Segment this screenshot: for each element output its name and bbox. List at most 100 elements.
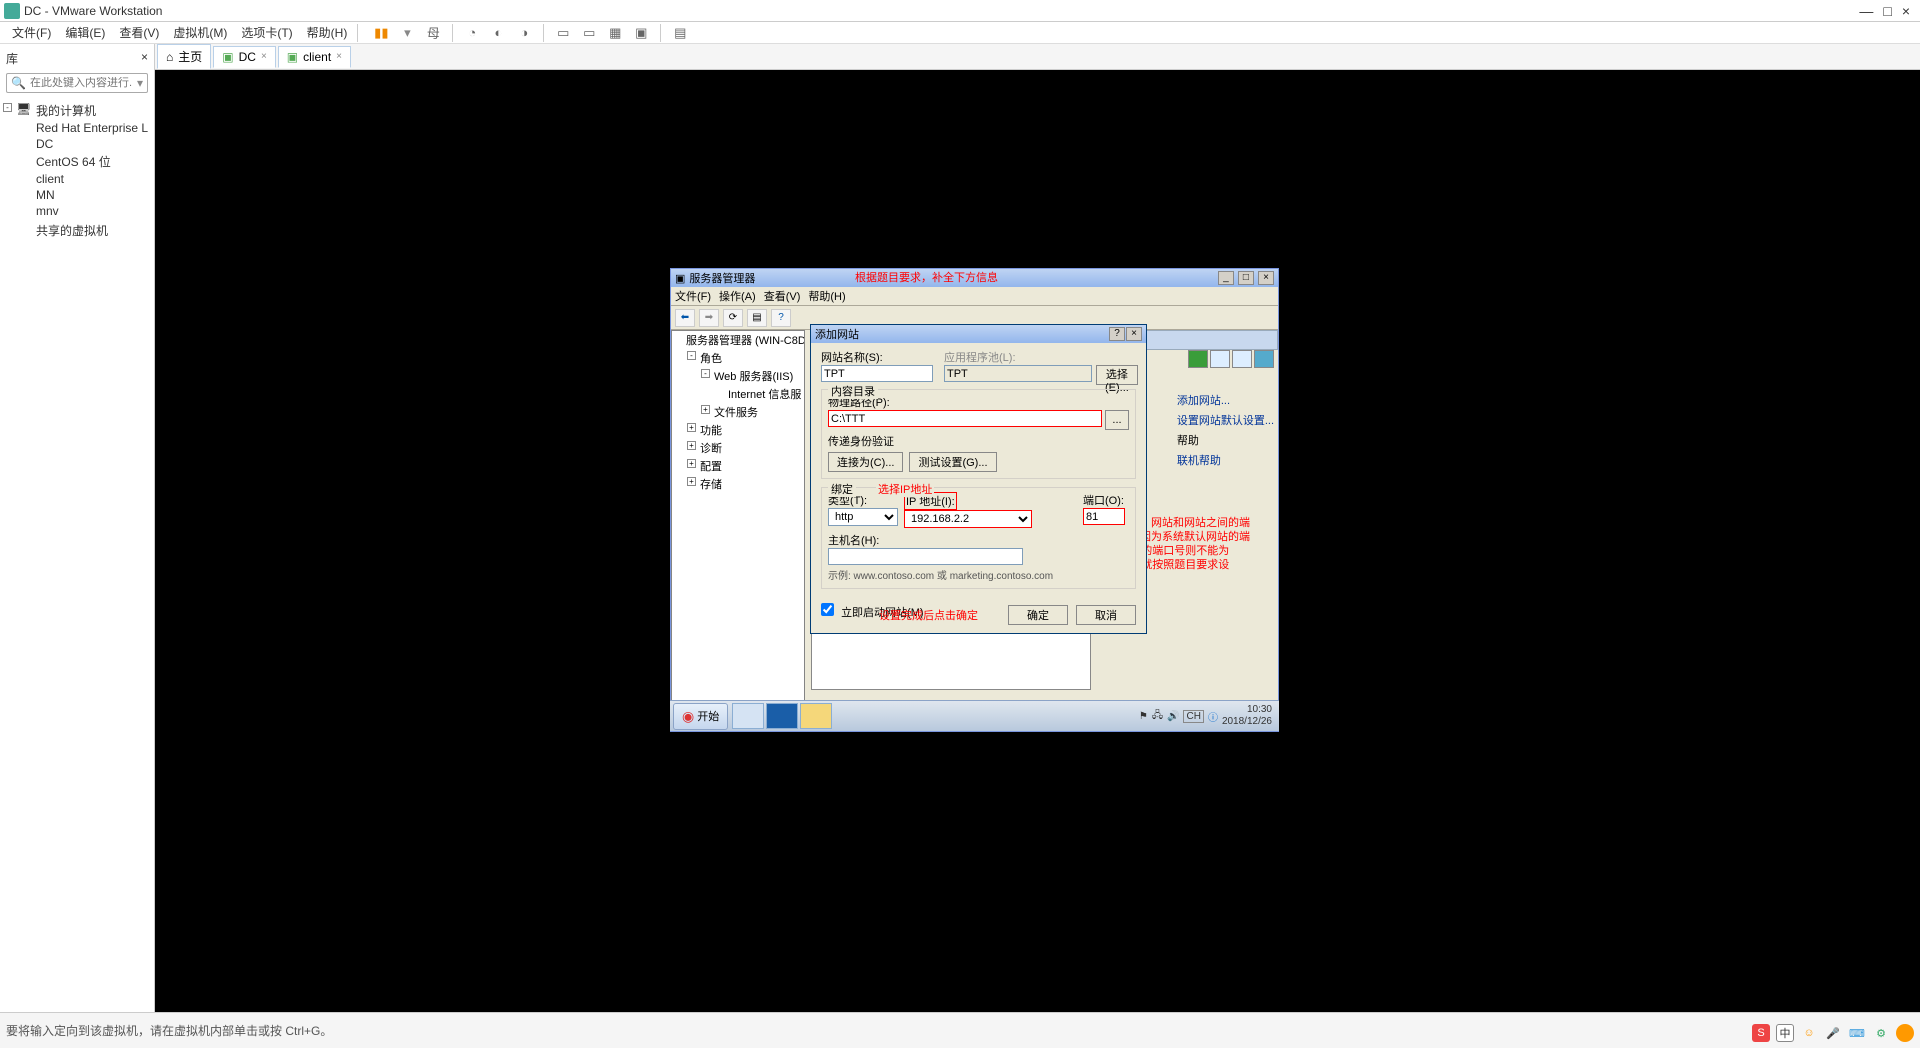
action-online-help[interactable]: 联机帮助 (1177, 450, 1274, 470)
start-button[interactable]: ◉ 开始 (673, 703, 728, 730)
host-input[interactable] (828, 548, 1023, 565)
select-pool-button[interactable]: 选择(E)... (1096, 365, 1138, 385)
dropdown-icon[interactable]: ▾ (137, 76, 143, 90)
menu-view[interactable]: 查看(V) (113, 22, 165, 43)
sm-tree-web[interactable]: -Web 服务器(IIS) (672, 367, 804, 385)
sm-tree-storage[interactable]: +存储 (672, 475, 804, 493)
ip-select[interactable]: 192.168.2.2 (904, 510, 1032, 528)
sm-menu-file[interactable]: 文件(F) (675, 288, 711, 304)
face-icon[interactable]: ☺ (1800, 1024, 1818, 1042)
notify-icon[interactable] (1896, 1024, 1914, 1042)
play-icon[interactable]: ▾ (398, 24, 416, 42)
tree-shared[interactable]: 共享的虚拟机 (4, 221, 150, 240)
tree-root[interactable]: - 🖥 我的计算机 (4, 101, 150, 120)
settings-icon[interactable]: ⚙ (1872, 1024, 1890, 1042)
help-button[interactable] (1254, 350, 1274, 368)
dialog-close-button[interactable]: × (1126, 327, 1142, 341)
search-input[interactable] (30, 77, 133, 89)
sm-max-button[interactable]: □ (1238, 271, 1254, 285)
action-set-defaults[interactable]: 设置网站默认设置... (1177, 410, 1274, 430)
sm-min-button[interactable]: _ (1218, 271, 1234, 285)
help-icon[interactable]: ? (771, 309, 791, 327)
fullscreen-icon[interactable]: ▣ (632, 24, 650, 42)
tray-flag-icon[interactable]: ⚑ (1139, 711, 1148, 722)
keyboard-icon[interactable]: ⌨ (1848, 1024, 1866, 1042)
taskbar-item-explorer[interactable] (800, 703, 832, 729)
mic-icon[interactable]: 🎤 (1824, 1024, 1842, 1042)
minimize-button[interactable]: — (1859, 3, 1873, 19)
stop-icon[interactable]: 母 (424, 24, 442, 42)
browse-button[interactable]: ... (1105, 410, 1129, 430)
dialog-help-button[interactable]: ? (1109, 327, 1125, 341)
ime-icon[interactable]: S (1752, 1024, 1770, 1042)
action-add-site[interactable]: 添加网站... (1177, 390, 1274, 410)
unity-icon[interactable]: ▭ (554, 24, 572, 42)
revert-icon[interactable]: ◐ (489, 24, 507, 42)
tree-item-centos[interactable]: CentOS 64 位 (4, 152, 150, 171)
menu-edit[interactable]: 编辑(E) (59, 22, 111, 43)
sm-tree-root[interactable]: 服务器管理器 (WIN-C8DD59 (672, 331, 804, 349)
physical-path-input[interactable] (828, 410, 1102, 427)
thumbnail-icon[interactable]: ▦ (606, 24, 624, 42)
taskbar-item-ps[interactable] (766, 703, 798, 729)
sm-tree-iis[interactable]: Internet 信息服 (672, 385, 804, 403)
action-help[interactable]: 帮助 (1177, 430, 1274, 450)
menu-help[interactable]: 帮助(H) (301, 22, 354, 43)
sm-tree-file[interactable]: +文件服务 (672, 403, 804, 421)
guest-display[interactable]: ▣ 服务器管理器 _ □ × 文件(F) 操作(A) 查看(V) 帮助(H) ⬅ (155, 70, 1920, 1012)
tree-item-mn[interactable]: MN (4, 187, 150, 203)
properties-icon[interactable]: ▤ (747, 309, 767, 327)
tree-item-client[interactable]: client (4, 171, 150, 187)
sidebar-close-icon[interactable]: × (141, 50, 148, 67)
sm-tree-roles[interactable]: -角色 (672, 349, 804, 367)
sm-menu-action[interactable]: 操作(A) (719, 288, 756, 304)
close-icon[interactable]: × (336, 51, 342, 62)
tray-sound-icon[interactable]: 🔊 (1167, 711, 1179, 722)
cancel-button[interactable]: 取消 (1076, 605, 1136, 625)
sm-nav-bar[interactable] (1146, 330, 1278, 350)
menu-tabs[interactable]: 选项卡(T) (235, 22, 298, 43)
connect-as-button[interactable]: 连接为(C)... (828, 452, 903, 472)
menu-vm[interactable]: 虚拟机(M) (167, 22, 233, 43)
home-button[interactable] (1232, 350, 1252, 368)
snapshot-icon[interactable]: ◔ (463, 24, 481, 42)
tab-home[interactable]: ⌂ 主页 (157, 44, 211, 69)
tab-client[interactable]: ▣ client × (278, 46, 351, 68)
maximize-button[interactable]: □ (1883, 3, 1891, 19)
refresh-icon[interactable]: ⟳ (723, 309, 743, 327)
manage-icon[interactable]: ◑ (515, 24, 533, 42)
sm-menu-help[interactable]: 帮助(H) (808, 288, 845, 304)
dialog-titlebar[interactable]: 添加网站 ? × (811, 325, 1146, 343)
console-icon[interactable]: ▭ (580, 24, 598, 42)
lang-icon[interactable]: 中 (1776, 1024, 1794, 1042)
close-button[interactable]: × (1902, 3, 1910, 19)
test-settings-button[interactable]: 测试设置(G)... (909, 452, 996, 472)
menu-file[interactable]: 文件(F) (6, 22, 57, 43)
sm-tree-diag[interactable]: +诊断 (672, 439, 804, 457)
tree-item-dc[interactable]: DC (4, 136, 150, 152)
tab-dc[interactable]: ▣ DC × (213, 46, 276, 68)
close-icon[interactable]: × (261, 51, 267, 62)
pause-icon[interactable]: ▮▮ (372, 24, 390, 42)
sm-tree-features[interactable]: +功能 (672, 421, 804, 439)
sm-close-button[interactable]: × (1258, 271, 1274, 285)
search-box[interactable]: 🔍 ▾ (6, 73, 148, 93)
tree-item-redhat[interactable]: Red Hat Enterprise L (4, 120, 150, 136)
tree-item-mnv[interactable]: mnv (4, 203, 150, 219)
site-name-input[interactable] (821, 365, 933, 382)
tray-lang[interactable]: CH (1183, 710, 1203, 723)
back-icon[interactable]: ⬅ (675, 309, 695, 327)
tray-clock[interactable]: 10:30 2018/12/26 (1222, 704, 1275, 728)
sm-menu-view[interactable]: 查看(V) (764, 288, 801, 304)
stop-button[interactable] (1210, 350, 1230, 368)
sm-tree-config[interactable]: +配置 (672, 457, 804, 475)
start-site-checkbox[interactable] (821, 603, 834, 616)
tray-info-icon[interactable]: ⓘ (1208, 709, 1218, 724)
tray-network-icon[interactable]: 🖧 (1152, 708, 1163, 725)
port-input[interactable] (1083, 508, 1125, 525)
library-icon[interactable]: ▤ (671, 24, 689, 42)
ok-button[interactable]: 确定 (1008, 605, 1068, 625)
taskbar-item-sm[interactable] (732, 703, 764, 729)
type-select[interactable]: http (828, 508, 898, 526)
refresh-button[interactable] (1188, 350, 1208, 368)
